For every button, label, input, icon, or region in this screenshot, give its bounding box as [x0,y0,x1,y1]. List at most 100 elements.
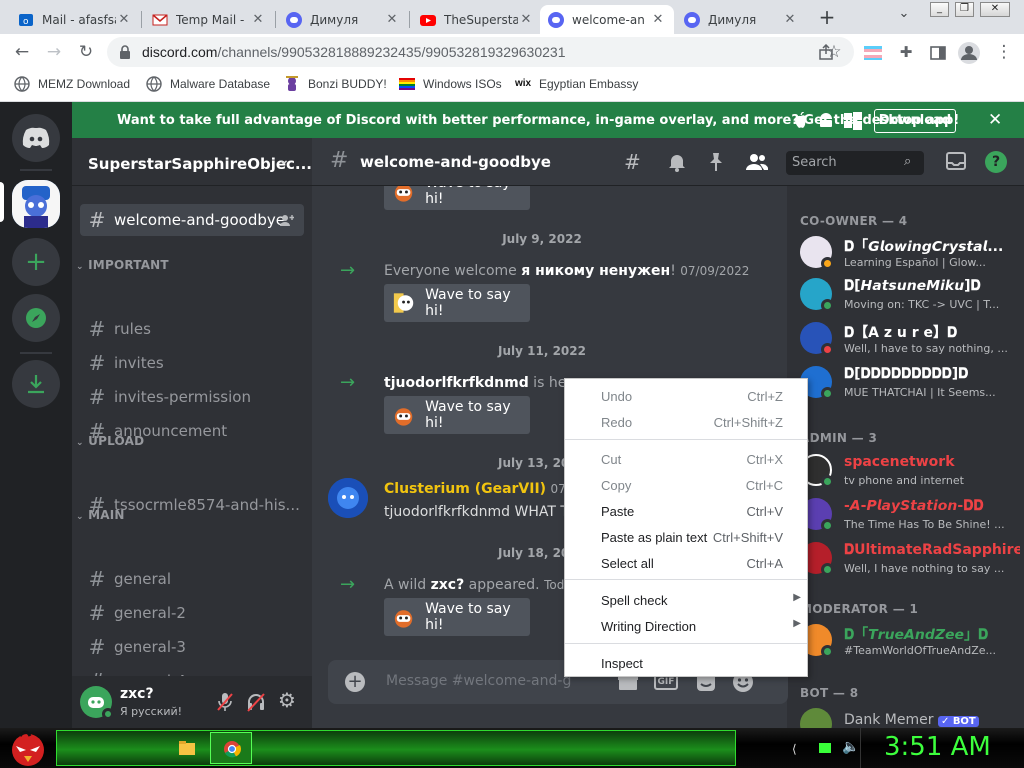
tab-dimulya-2[interactable]: Димуля ✕ [676,5,806,34]
volume-icon[interactable]: 🔈 [842,739,859,755]
close-banner-icon[interactable]: ✕ [988,110,1002,130]
menu-item-copy[interactable]: Copy Ctrl+C [565,472,807,498]
member-item[interactable]: 𝐃UltimateRadSapphire... Well, I have not… [800,540,1020,582]
menu-item-paste-plain[interactable]: Paste as plain text Ctrl+Shift+V [565,524,807,550]
chrome-menu-icon[interactable]: ⋮ [992,41,1016,65]
restore-button[interactable]: ❐ [955,2,974,17]
close-icon[interactable]: ✕ [782,12,798,27]
menu-item-select-all[interactable]: Select all Ctrl+A [565,550,807,576]
channel-rules[interactable]: # rules [80,313,304,345]
menu-item-inspect[interactable]: Inspect [565,650,807,676]
bookmark-bonzi-buddy[interactable]: Bonzi BUDDY! [284,76,387,92]
tray-chevron-icon[interactable]: ⟨ [792,742,797,756]
bookmark-star-icon[interactable]: ☆ [822,41,846,65]
member-item[interactable]: 𝐃【A z u r e】𝐃 Well, I have to say nothin… [800,320,1020,362]
username-link[interactable]: zxc? [431,577,465,593]
reload-button[interactable]: ↻ [74,41,98,65]
channel-general-3[interactable]: # general-3 [80,631,304,663]
menu-item-writing-direction[interactable]: Writing Direction ▶ [565,613,807,639]
pinned-messages-icon[interactable] [707,152,725,172]
download-button[interactable]: Download [874,109,956,133]
bookmark-windows-isos[interactable]: Windows ISOs [399,76,502,92]
download-apps-button[interactable] [12,360,60,408]
mute-mic-icon[interactable] [216,692,234,712]
tab-dimulya[interactable]: Димуля ✕ [278,5,408,34]
search-input[interactable]: Search ⌕ [786,151,924,175]
member-item[interactable]: 𝐃[𝙃𝙖𝙩𝙨𝙪𝙣𝙚𝙈𝙞𝙠𝙪]𝐃 Moving on: TKC -> UVC | … [800,276,1020,318]
bookmark-malware-database[interactable]: Malware Database [146,76,270,92]
member-item[interactable]: spacenetwork tv phone and internet [800,452,1020,494]
avatar[interactable] [328,478,368,518]
file-explorer-icon[interactable] [178,740,196,756]
menu-item-cut[interactable]: Cut Ctrl+X [565,446,807,472]
close-icon[interactable]: ✕ [384,12,400,27]
minimize-button[interactable]: _ [930,2,949,17]
user-settings-gear-icon[interactable]: ⚙ [278,688,296,712]
tab-welcome-and-goodbye[interactable]: welcome-an ✕ [540,5,674,34]
message-author[interactable]: Clusterium (GearVII) [384,481,546,497]
battery-icon[interactable] [818,741,832,755]
close-icon[interactable]: ✕ [116,12,132,27]
start-angry-bird-icon[interactable] [6,728,50,768]
taskbar-chrome-button[interactable] [210,732,252,764]
bookmark-egyptian-embassy[interactable]: wix Egyptian Embassy [515,76,638,92]
category-main[interactable]: ⌄ MAIN [76,508,125,522]
tab-mail[interactable]: o Mail - afasfsa ✕ [10,5,140,34]
extensions-puzzle-icon[interactable]: ✚ [894,41,918,65]
clock[interactable]: 3:51 AM [884,732,991,762]
side-panel-icon[interactable] [930,46,946,60]
discord-home-button[interactable] [12,114,60,162]
category-important[interactable]: ⌄ IMPORTANT [76,258,169,272]
close-icon[interactable]: ✕ [650,12,666,27]
member-item[interactable]: -𝘼-𝙋𝙡𝙖𝙮𝙎𝙩𝙖𝙩𝙞𝙤𝙣-𝐃𝐃 The Time Has To Be Shi… [800,496,1020,538]
wave-button[interactable]: Wave to say hi! [384,598,530,636]
help-icon[interactable]: ? [985,151,1007,173]
wave-button[interactable]: Wave to say hi! [384,284,530,322]
attach-plus-icon[interactable]: + [345,672,365,692]
notification-bell-icon[interactable] [668,152,686,172]
lock-icon[interactable] [119,45,131,59]
menu-item-undo[interactable]: Undo Ctrl+Z [565,383,807,409]
new-tab-button[interactable]: + [813,4,841,32]
close-icon[interactable]: ✕ [250,12,266,27]
member-item[interactable]: 𝐃「𝙂𝙡𝙤𝙬𝙞𝙣𝙜𝘾𝙧𝙮𝙨𝙩𝙖𝙡... Learning Español | G… [800,234,1020,276]
channel-general-2[interactable]: # general-2 [80,597,304,629]
wave-button[interactable]: Wave to say hi! [384,186,530,210]
wave-button[interactable]: Wave to say hi! [384,396,530,434]
extension-flag-icon[interactable] [864,46,882,60]
forward-button[interactable]: → [42,41,66,65]
profile-avatar-icon[interactable] [958,42,980,64]
member-item[interactable]: 𝐃[𝐃𝐃𝐃𝐃𝐃𝐃𝐃𝐃𝐃]𝐃 MUE THATCHAI | It Seems... [800,364,1020,406]
member-list-icon[interactable] [746,152,768,172]
username-link[interactable]: tjuodorlfkrfkdnmd [384,375,529,391]
inbox-icon[interactable] [946,152,966,170]
category-upload[interactable]: ⌄ UPLOAD [76,434,144,448]
explore-servers-button[interactable] [12,294,60,342]
window-close-button[interactable]: ✕ [980,2,1010,17]
threads-icon[interactable]: # [624,150,641,174]
server-header[interactable]: SuperstarSapphireObjec... ⌄ [72,138,312,186]
tab-search-button[interactable]: ⌄ [892,6,916,28]
add-server-button[interactable]: + [12,238,60,286]
url-text[interactable]: discord.com/channels/990532818889232435/… [142,44,565,60]
tab-youtube[interactable]: TheSuperstar ✕ [412,5,542,34]
tab-temp-mail[interactable]: Temp Mail - ✕ [144,5,274,34]
menu-item-spell-check[interactable]: Spell check ▶ [565,587,807,613]
server-superstar-sapphire[interactable] [12,180,60,228]
channel-general[interactable]: # general [80,563,304,595]
deafen-headphones-icon[interactable] [246,692,266,712]
member-item[interactable]: 𝐃「𝙏𝙧𝙪𝙚𝘼𝙣𝙙𝙕𝙚𝙚」𝐃 #TeamWorldOfTrueAndZe... [800,622,1020,664]
channel-welcome-and-goodbye[interactable]: # welcome-and-goodbye [80,204,304,236]
bookmark-memz[interactable]: MEMZ Download [14,76,130,92]
channel-invites[interactable]: # invites [80,347,304,379]
address-bar[interactable]: discord.com/channels/990532818889232435/… [107,37,854,67]
menu-item-paste[interactable]: Paste Ctrl+V [565,498,807,524]
menu-item-redo[interactable]: Redo Ctrl+Shift+Z [565,409,807,435]
close-icon[interactable]: ✕ [518,12,534,27]
back-button[interactable]: ← [10,41,34,65]
composer-placeholder[interactable]: Message #welcome-and-g [386,673,571,689]
create-invite-icon[interactable] [280,214,294,226]
channel-invites-permission[interactable]: # invites-permission [80,381,304,413]
member-item[interactable]: Dank Memer ✓ BOT [800,706,1020,728]
username-link[interactable]: я никому ненужен [521,263,670,279]
